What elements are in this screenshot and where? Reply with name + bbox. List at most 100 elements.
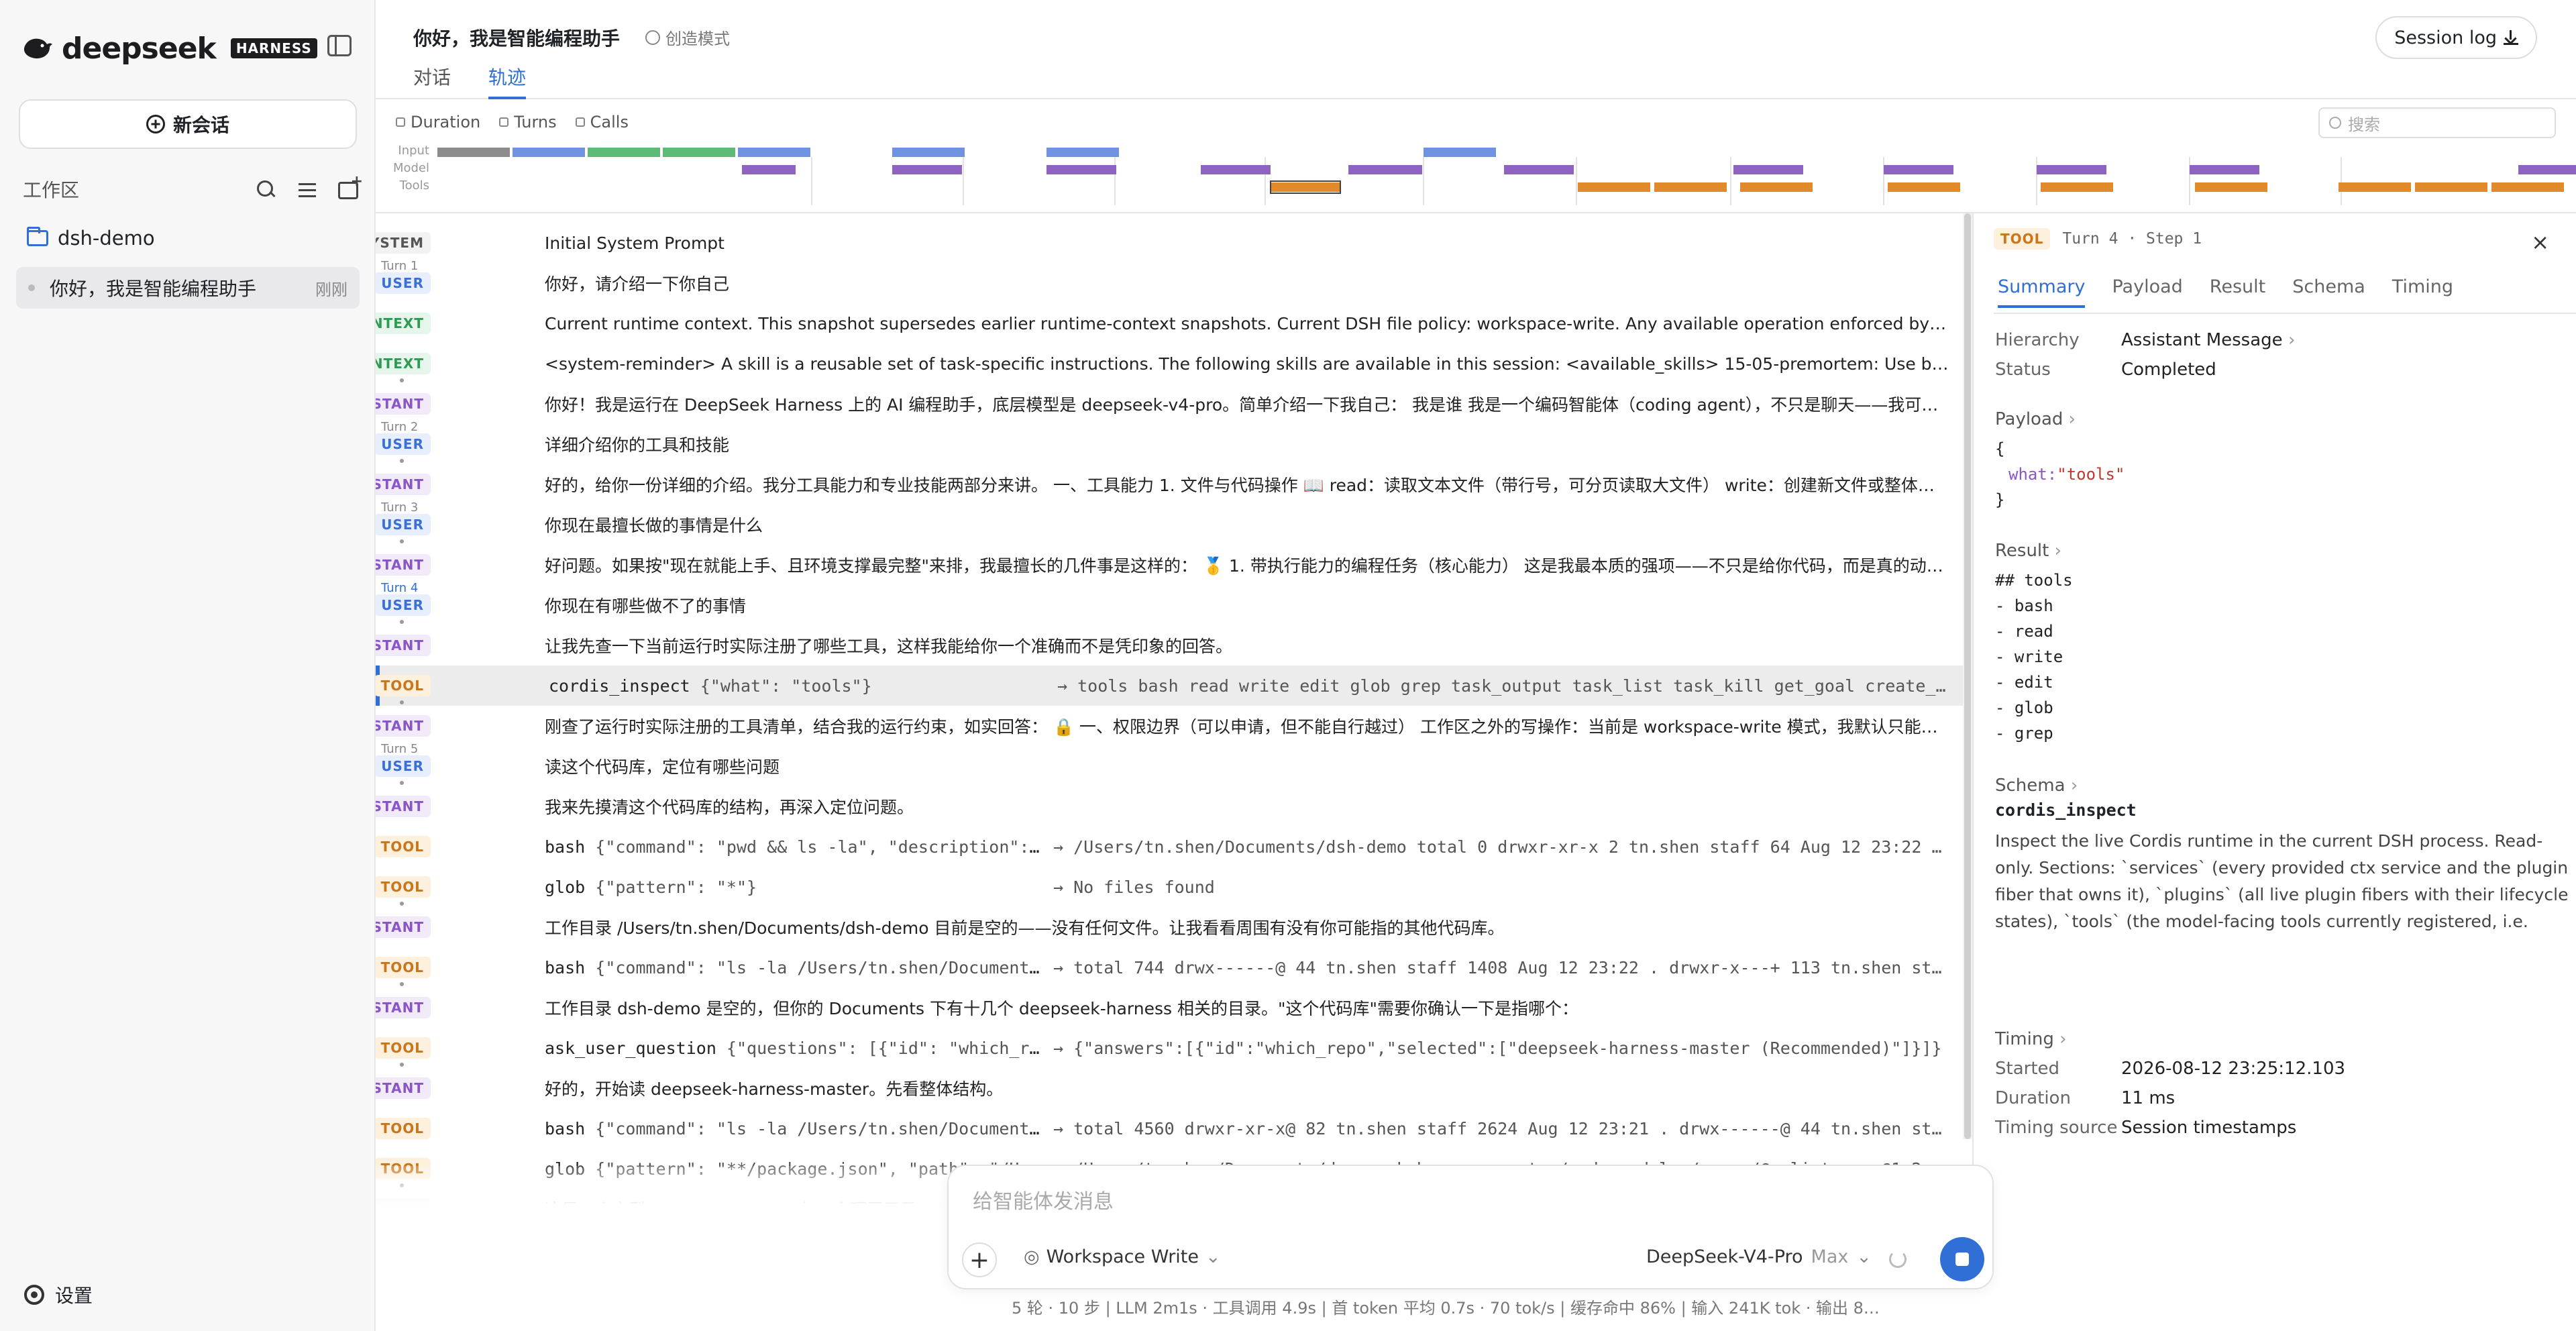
timeline-model-bar[interactable] xyxy=(1884,165,1953,174)
timeline-model-bar[interactable] xyxy=(2190,165,2259,174)
model-select[interactable]: DeepSeek-V4-Pro Max ⌄ xyxy=(1646,1246,1872,1267)
timeline-model-bar[interactable] xyxy=(2518,165,2576,174)
tab-turns[interactable]: Turns xyxy=(499,113,557,131)
sidebar-toggle-icon[interactable] xyxy=(327,35,352,56)
trace-row[interactable]: CONTEXT <system-reminder> A skill is a re… xyxy=(376,343,1963,384)
timeline-tool-bar[interactable] xyxy=(1578,182,1650,192)
timeline-tool-bar[interactable] xyxy=(2491,182,2564,192)
message-input[interactable]: 给智能体发消息 xyxy=(973,1185,1114,1214)
timeline-input-bar[interactable] xyxy=(1046,148,1119,157)
timeline-model-bar[interactable] xyxy=(742,165,796,174)
user-badge: USER xyxy=(376,514,431,535)
tool-badge: TOOL xyxy=(376,957,431,978)
timeline-tool-bar[interactable] xyxy=(1654,182,1727,192)
close-icon[interactable]: × xyxy=(2531,229,2549,255)
timeline-input-bar[interactable] xyxy=(513,148,585,157)
trace-row[interactable]: TOOL glob {"pattern": "*"} → No files foun… xyxy=(376,867,1963,907)
step-dot-icon xyxy=(400,902,404,906)
trace-row[interactable]: ASSISTANT 工作目录 dsh-demo 是空的，但你的 Documents… xyxy=(376,982,1963,1028)
timeline-input-bar[interactable] xyxy=(437,148,510,157)
scroll-thumb[interactable] xyxy=(1964,213,1971,1139)
trace-row[interactable]: TOOL cordis_inspect {"what": "tools"} → to… xyxy=(376,666,1963,706)
timeline-model-bar[interactable] xyxy=(2037,165,2106,174)
trace-row[interactable]: SYSTEM Initial System Prompt xyxy=(376,223,1963,263)
attach-plus-icon[interactable]: + xyxy=(962,1242,997,1277)
session-log-button[interactable]: Session log xyxy=(2375,16,2537,59)
hierarchy-label: Hierarchy xyxy=(1995,330,2080,350)
stop-button[interactable] xyxy=(1940,1237,1984,1281)
chevron-down-icon: ⌄ xyxy=(1205,1246,1221,1267)
tab-calls-label: Calls xyxy=(590,113,629,131)
settings-button[interactable]: 设置 xyxy=(24,1281,93,1308)
timeline-input-bar[interactable] xyxy=(1424,148,1496,157)
trace-row[interactable]: Turn 4 USER 你现在有哪些做不了的事情 xyxy=(376,581,1963,625)
timeline-input-bar[interactable] xyxy=(892,148,965,157)
result-section[interactable]: Result › xyxy=(1995,541,2061,561)
timeline-search-input[interactable]: 搜索 xyxy=(2318,107,2556,138)
session-item[interactable]: 你好，我是智能编程助手 刚刚 xyxy=(16,267,360,309)
trace-row[interactable]: TOOL bash {"command": "ls -la /Users/tn.s… xyxy=(376,1108,1963,1149)
timeline-model-bar[interactable] xyxy=(892,165,962,174)
timeline-model-bar[interactable] xyxy=(1201,165,1271,174)
trace-row[interactable]: ASSISTANT 让我先查一下当前运行时实际注册了哪些工具，这样我能给你一个准确… xyxy=(376,620,1963,666)
filter-icon[interactable] xyxy=(297,178,318,200)
logo[interactable]: deepseek HARNESS xyxy=(20,31,317,66)
trace-row[interactable]: ASSISTANT 我来先摸清这个代码库的结构，再深入定位问题。 xyxy=(376,781,1963,827)
trace-row[interactable]: Turn 5 USER 读这个代码库，定位有哪些问题 xyxy=(376,742,1963,786)
session-status-icon xyxy=(28,284,35,291)
tab-calls[interactable]: Calls xyxy=(575,113,629,131)
timeline-tool-bar[interactable] xyxy=(2195,182,2267,192)
trace-scrollbar[interactable] xyxy=(1963,213,1972,1139)
trace-row[interactable]: TOOL bash {"command": "pwd && ls -la", "d… xyxy=(376,827,1963,867)
tab-chat[interactable]: 对话 xyxy=(413,63,451,99)
timeline-tool-bar[interactable] xyxy=(1888,182,1960,192)
trace-row[interactable]: ASSISTANT 工作目录 /Users/tn.shen/Documents/d… xyxy=(376,902,1963,947)
workspace-label: 工作区 xyxy=(23,179,80,201)
timeline-tool-bar[interactable] xyxy=(2415,182,2487,192)
timeline-model-bar[interactable] xyxy=(1733,165,1803,174)
timeline-input-bar[interactable] xyxy=(738,148,810,157)
trace-row[interactable]: ASSISTANT 刚查了运行时实际注册的工具清单，结合我的运行约束，如实回答： … xyxy=(376,700,1963,746)
new-chat-button[interactable]: 新会话 xyxy=(19,99,357,149)
schema-section[interactable]: Schema › xyxy=(1995,776,2078,796)
timeline-input-bar[interactable] xyxy=(588,148,660,157)
trace-row[interactable]: Turn 3 USER 你现在最擅长做的事情是什么 xyxy=(376,500,1963,545)
trace-row[interactable]: TOOL ask_user_question {"questions": [{"i… xyxy=(376,1028,1963,1068)
trace-row[interactable]: ASSISTANT 好问题。如果按"现在就能上手、且环境支撑最完整"来排，我最擅长… xyxy=(376,539,1963,585)
timeline-model-bar[interactable] xyxy=(1504,165,1574,174)
chevron-down-icon: ⌄ xyxy=(1856,1246,1872,1267)
trace-row[interactable]: Turn 1 USER 你好，请介绍一下你自己 xyxy=(376,259,1963,303)
timeline-tool-bar[interactable] xyxy=(2041,182,2113,192)
timeline-tool-bar[interactable] xyxy=(1740,182,1813,192)
payload-section[interactable]: Payload › xyxy=(1995,409,2076,429)
tab-trace[interactable]: 轨迹 xyxy=(488,63,527,99)
detail-tabs: Summary Payload Result Schema Timing xyxy=(1998,276,2453,308)
new-folder-icon[interactable] xyxy=(338,173,363,199)
tab-payload[interactable]: Payload xyxy=(2112,276,2182,308)
folder-icon xyxy=(27,227,48,246)
tool-badge: TOOL xyxy=(376,876,431,898)
tab-schema[interactable]: Schema xyxy=(2292,276,2365,308)
tab-timing[interactable]: Timing xyxy=(2392,276,2453,308)
timeline-chart[interactable]: Input Model Tools xyxy=(376,144,2576,212)
trace-row[interactable]: ASSISTANT 你好！我是运行在 DeepSeek Harness 上的 AI… xyxy=(376,378,1963,424)
hierarchy-value[interactable]: Assistant Message › xyxy=(2121,330,2295,350)
timeline-model-bar[interactable] xyxy=(1046,165,1116,174)
tab-summary[interactable]: Summary xyxy=(1998,276,2086,308)
timeline-input-bar[interactable] xyxy=(663,148,735,157)
tab-duration[interactable]: Duration xyxy=(396,113,480,131)
mode-label: 创造模式 xyxy=(665,30,730,48)
folder-item[interactable]: dsh-demo xyxy=(27,227,155,250)
timeline-model-bar[interactable] xyxy=(1348,165,1422,174)
timing-section[interactable]: Timing › xyxy=(1995,1029,2067,1049)
trace-row[interactable]: Turn 2 USER 详细介绍你的工具和技能 xyxy=(376,420,1963,464)
permission-mode-select[interactable]: ◎ Workspace Write ⌄ xyxy=(1024,1246,1221,1267)
timeline-tool-bar[interactable] xyxy=(1271,182,1340,192)
trace-row[interactable]: ASSISTANT 好的，给你一份详细的介绍。我分工具能力和专业技能两部分来讲。 … xyxy=(376,459,1963,504)
trace-row[interactable]: ASSISTANT 好的，开始读 deepseek-harness-master。… xyxy=(376,1063,1963,1108)
trace-row[interactable]: CONTEXT Current runtime context. This sna… xyxy=(376,303,1963,343)
tab-result[interactable]: Result xyxy=(2210,276,2265,308)
timeline-tool-bar[interactable] xyxy=(2339,182,2411,192)
trace-row[interactable]: TOOL bash {"command": "ls -la /Users/tn.s… xyxy=(376,947,1963,988)
search-icon[interactable] xyxy=(255,178,276,200)
